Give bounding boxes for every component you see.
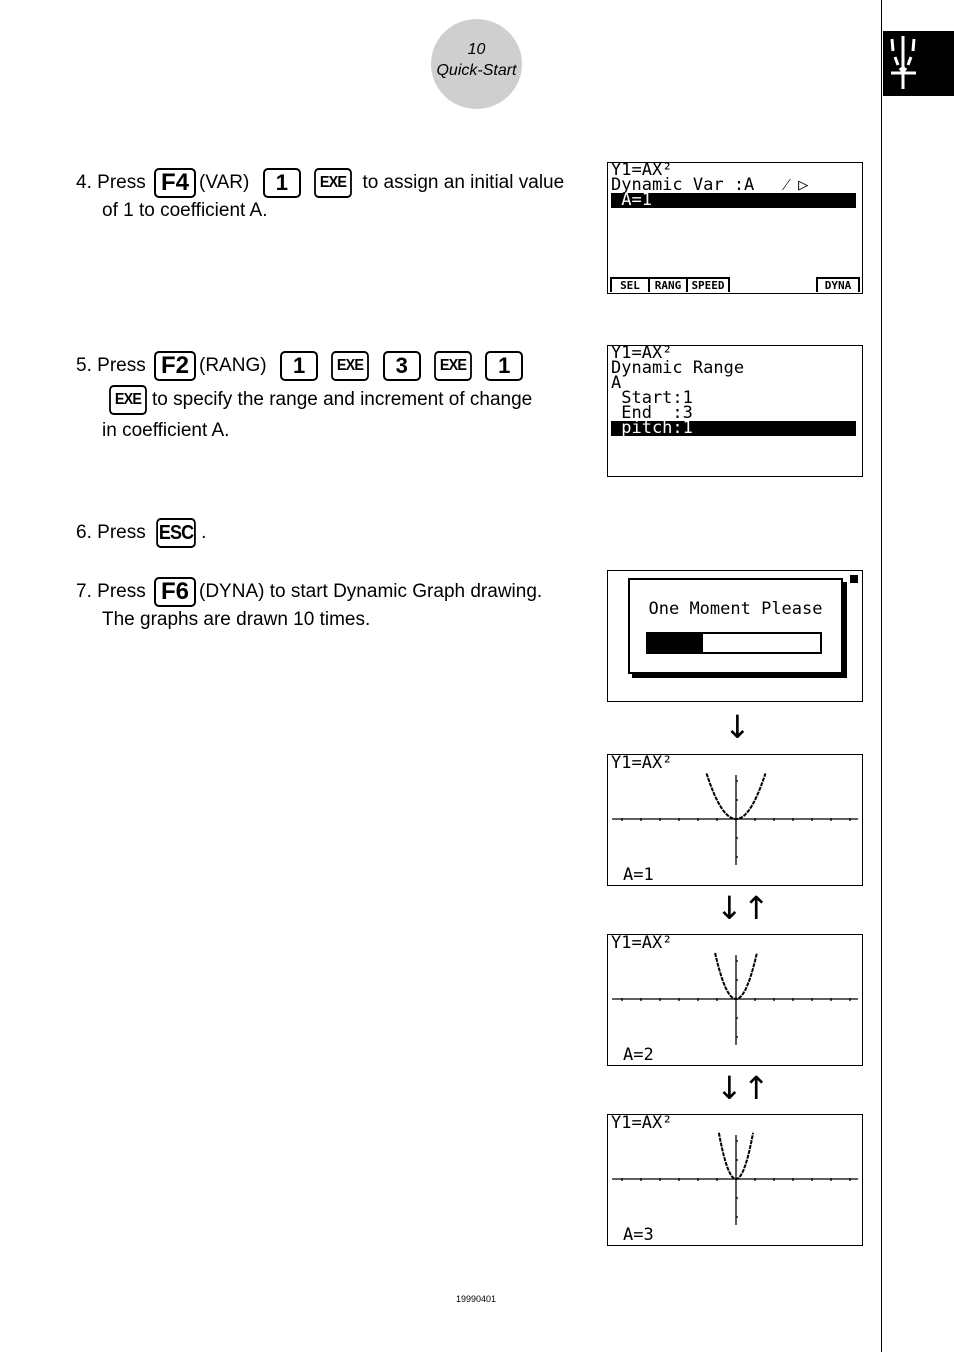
busy-indicator-icon (850, 575, 858, 583)
softkey-sel: SEL (610, 277, 650, 292)
calc-screen-graph-a3: Y1=AX² A=3 (607, 1114, 863, 1246)
screen-line: Dynamic Range (611, 358, 745, 378)
step-text: to specify the range and increment of ch… (152, 389, 533, 410)
key-f6: F6 (154, 577, 196, 607)
calc-screen-graph-a2: Y1=AX² A=2 (607, 934, 863, 1066)
page-number-badge: 10 Quick-Start (431, 19, 522, 109)
footer-code: 19990401 (456, 1294, 497, 1304)
calc-screen-wait: One Moment Please (607, 570, 863, 702)
step-number: 6. (76, 522, 92, 544)
step-verb: Press (97, 172, 146, 194)
key-caption: (DYNA) (199, 581, 265, 603)
graph-coefficient-label: A=1 (623, 865, 654, 885)
down-up-arrows-icon: ↓↑ (716, 889, 770, 927)
key-1: 1 (485, 350, 524, 381)
key-exe: EXE (331, 350, 370, 381)
graph-coefficient-label: A=2 (623, 1045, 654, 1065)
softkey-bar: SEL RANG SPEED DYNA (610, 277, 860, 292)
key-f2: F2 (154, 350, 196, 381)
calc-screen-dynamic-range: Y1=AX² Dynamic Range A Start:1 End :3 pi… (607, 345, 863, 477)
step-number: 7. (76, 581, 92, 603)
key-f4: F4 (154, 168, 196, 198)
step-number: 5. (76, 355, 92, 376)
selected-variable: A=1 (611, 192, 856, 209)
key-esc: ESC (156, 518, 196, 548)
softkey-dyna: DYNA (816, 277, 860, 292)
page-edge-rule (881, 0, 882, 1352)
page-number: 10 (467, 41, 486, 58)
softkey-speed: SPEED (686, 277, 730, 292)
step-text: to start Dynamic Graph drawing. (269, 581, 543, 603)
step-text: of 1 to coefficient A. (102, 200, 268, 221)
step-text: to assign an initial value (362, 172, 565, 194)
softkey-rang: RANG (648, 277, 688, 292)
progress-fill (648, 634, 704, 652)
step-verb: Press (97, 581, 146, 603)
calc-screen-dynamic-var: Y1=AX² Dynamic Var :A ⁄ ▷ A=1 SEL RANG S… (607, 162, 863, 294)
key-1: 1 (262, 168, 301, 198)
key-exe: EXE (434, 350, 472, 381)
section-title: Quick-Start (436, 62, 517, 79)
step-number: 4. (76, 172, 92, 194)
key-exe: EXE (109, 384, 147, 415)
step-5: 5. Press F2 (RANG) 1 EXE 3 EXE 1 EXE to sp… (76, 350, 532, 443)
wait-message: One Moment Please (648, 599, 823, 619)
step-text: in coefficient A. (102, 420, 230, 441)
key-caption: (RANG) (199, 355, 267, 376)
step-text: The graphs are drawn 10 times. (102, 609, 371, 630)
step-6: 6. Press ESC. (76, 518, 206, 548)
step-verb: Press (97, 522, 146, 544)
wait-dialog: One Moment Please (628, 578, 843, 674)
graph-coefficient-label: A=3 (623, 1225, 654, 1245)
dynamic-graph-icon (890, 36, 916, 89)
step-4: 4. Press F4 (VAR) 1 EXE to assign an init… (76, 168, 564, 223)
progress-bar (646, 632, 822, 654)
range-pitch: pitch:1 (611, 420, 856, 437)
chapter-tab (883, 31, 954, 96)
down-up-arrows-icon: ↓↑ (716, 1069, 770, 1107)
key-caption: (VAR) (199, 172, 250, 194)
key-exe: EXE (314, 168, 353, 198)
step-text: . (201, 522, 207, 544)
down-arrow-icon: ↓ (724, 708, 751, 746)
key-1: 1 (280, 350, 319, 381)
key-3: 3 (382, 350, 421, 381)
step-verb: Press (97, 355, 146, 376)
calc-screen-graph-a1: Y1=AX² A=1 (607, 754, 863, 886)
step-7: 7. Press F6 (DYNA) to start Dynamic Graph… (76, 577, 542, 632)
